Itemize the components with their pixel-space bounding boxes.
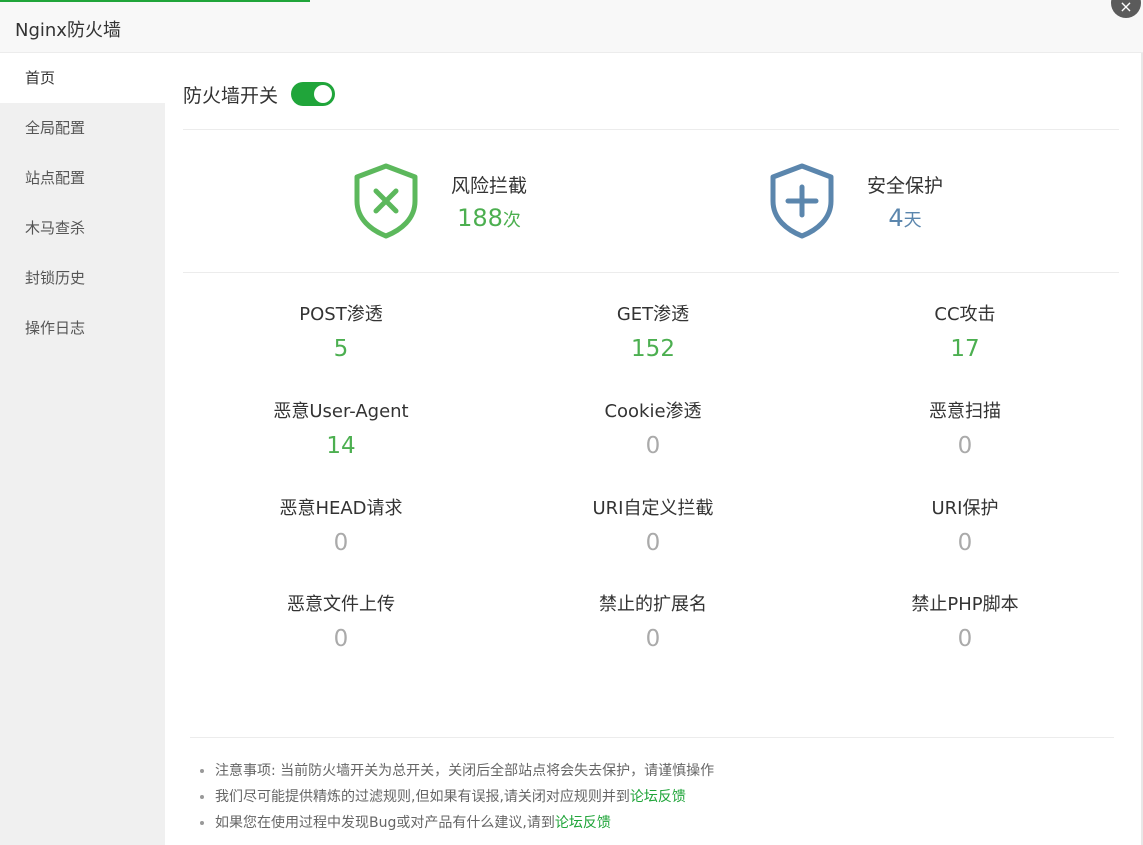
stat-label: 禁止的扩展名: [599, 594, 707, 615]
divider: [183, 129, 1119, 130]
risk-intercept-unit: 次: [502, 209, 521, 231]
window-title: Nginx防火墙: [15, 20, 121, 41]
stat-post-penetration: POST渗透 5: [185, 303, 497, 364]
firewall-switch-row: 防火墙开关: [183, 79, 336, 109]
stat-uri-protection: URI保护 0: [809, 497, 1121, 558]
note-text: 注意事项: 当前防火墙开关为总开关，关闭后全部站点将会失去保护，请谨慎操作: [215, 763, 715, 779]
firewall-window: Nginx防火墙 × 首页 全局配置 站点配置 木马查杀 封锁历史 操作日志 防…: [0, 0, 1143, 845]
safety-protection-summary: 安全保护 4天: [769, 163, 943, 239]
stat-label: URI自定义拦截: [592, 498, 714, 519]
shield-x-icon: [354, 163, 418, 239]
firewall-switch-label: 防火墙开关: [183, 84, 279, 107]
stat-label: 恶意文件上传: [287, 594, 395, 615]
stat-value: 5: [333, 336, 349, 362]
sidebar-item-global-config[interactable]: 全局配置: [0, 103, 165, 153]
shield-plus-icon: [770, 163, 834, 239]
risk-intercept-summary: 风险拦截 188次: [353, 163, 527, 239]
sidebar-item-site-config[interactable]: 站点配置: [0, 153, 165, 203]
stat-value: 152: [631, 336, 675, 362]
note-item: 我们尽可能提供精炼的过滤规则,但如果有误报,请关闭对应规则并到论坛反馈: [215, 784, 714, 810]
stat-label: POST渗透: [299, 304, 383, 325]
main-content: 防火墙开关 风险拦截 188次 安全保护 4天 POST渗透 5 GET渗透 1…: [165, 53, 1143, 845]
divider: [190, 737, 1114, 738]
stat-value: 0: [333, 626, 349, 652]
sidebar: 首页 全局配置 站点配置 木马查杀 封锁历史 操作日志: [0, 53, 165, 845]
sidebar-item-operation-log[interactable]: 操作日志: [0, 303, 165, 353]
stat-value: 0: [645, 530, 661, 556]
firewall-toggle[interactable]: [291, 82, 336, 106]
stat-value: 0: [645, 626, 661, 652]
stat-label: 恶意User-Agent: [273, 401, 409, 422]
stat-value: 14: [326, 433, 356, 459]
stat-malicious-user-agent: 恶意User-Agent 14: [185, 400, 497, 461]
sidebar-item-trojan-scan[interactable]: 木马查杀: [0, 203, 165, 253]
risk-intercept-label: 风险拦截: [451, 174, 528, 197]
sidebar-item-home[interactable]: 首页: [0, 53, 165, 103]
risk-intercept-count: 188次: [457, 203, 521, 232]
stat-value: 0: [957, 626, 973, 652]
stat-label: Cookie渗透: [604, 401, 702, 422]
forum-feedback-link[interactable]: 论坛反馈: [555, 815, 611, 831]
stat-label: GET渗透: [616, 304, 690, 325]
stat-label: CC攻击: [934, 304, 996, 325]
toggle-knob: [314, 85, 333, 103]
forum-feedback-link[interactable]: 论坛反馈: [630, 789, 686, 805]
safety-protection-label: 安全保护: [867, 174, 944, 197]
title-bar: Nginx防火墙: [0, 0, 1143, 53]
stat-value: 0: [957, 530, 973, 556]
stat-value: 0: [333, 530, 349, 556]
note-item: 注意事项: 当前防火墙开关为总开关，关闭后全部站点将会失去保护，请谨慎操作: [215, 758, 714, 784]
stat-label: URI保护: [931, 498, 999, 519]
stat-label: 恶意HEAD请求: [279, 498, 403, 519]
stat-uri-custom-block: URI自定义拦截 0: [497, 497, 809, 558]
stat-value: 0: [645, 433, 661, 459]
notes-list: 注意事项: 当前防火墙开关为总开关，关闭后全部站点将会失去保护，请谨慎操作 我们…: [197, 758, 714, 836]
stat-forbidden-extension: 禁止的扩展名 0: [497, 593, 809, 654]
stat-cookie-penetration: Cookie渗透 0: [497, 400, 809, 461]
stat-get-penetration: GET渗透 152: [497, 303, 809, 364]
stat-forbidden-php: 禁止PHP脚本 0: [809, 593, 1121, 654]
note-text: 我们尽可能提供精炼的过滤规则,但如果有误报,请关闭对应规则并到: [215, 789, 630, 805]
divider: [183, 272, 1119, 273]
stat-cc-attack: CC攻击 17: [809, 303, 1121, 364]
stat-value: 0: [957, 433, 973, 459]
note-item: 如果您在使用过程中发现Bug或对产品有什么建议,请到论坛反馈: [215, 810, 714, 836]
safety-protection-unit: 天: [903, 209, 922, 231]
note-text: 如果您在使用过程中发现Bug或对产品有什么建议,请到: [215, 815, 555, 831]
stat-malicious-head: 恶意HEAD请求 0: [185, 497, 497, 558]
sidebar-item-block-history[interactable]: 封锁历史: [0, 253, 165, 303]
stat-label: 恶意扫描: [929, 401, 1001, 422]
safety-protection-days: 4天: [888, 203, 922, 232]
title-accent-line: [0, 0, 310, 2]
stat-label: 禁止PHP脚本: [911, 594, 1019, 615]
stat-malicious-upload: 恶意文件上传 0: [185, 593, 497, 654]
stat-value: 17: [950, 336, 980, 362]
stat-malicious-scan: 恶意扫描 0: [809, 400, 1121, 461]
